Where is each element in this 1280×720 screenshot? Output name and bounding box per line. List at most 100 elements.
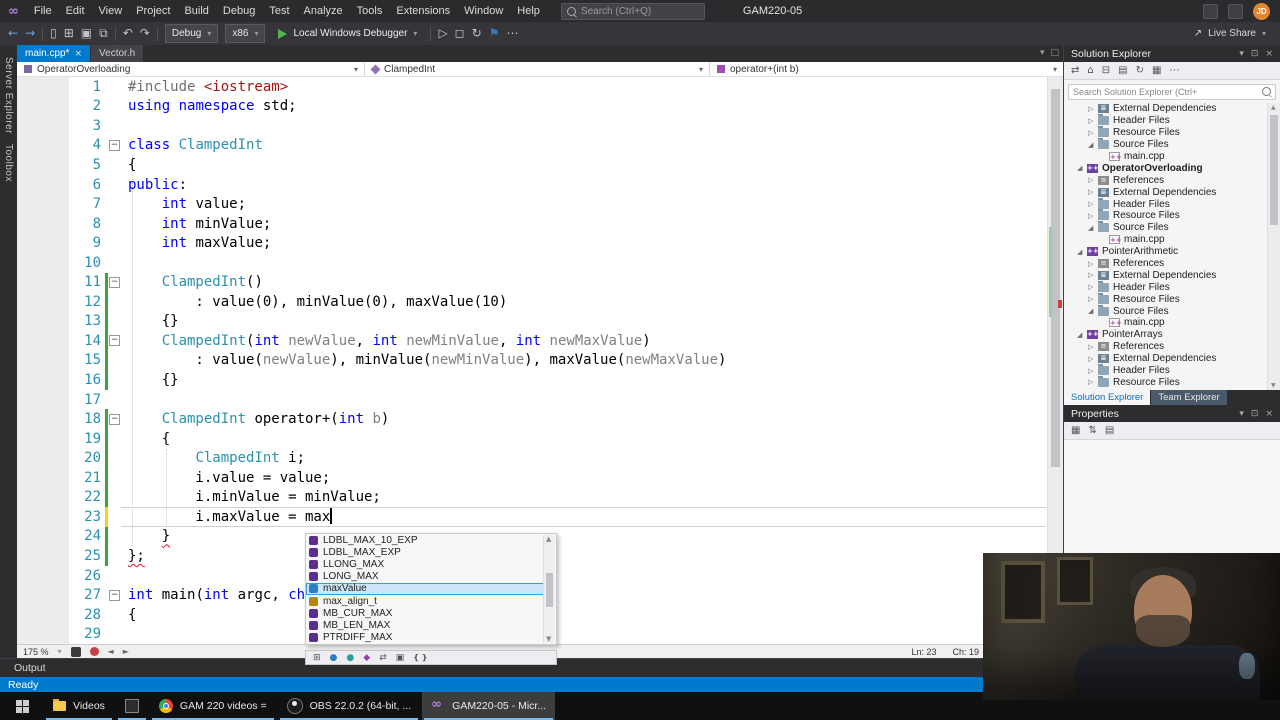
tree-item-operatoroverloading[interactable]: ◢ ++ OperatorOverloading bbox=[1064, 162, 1280, 174]
pin-icon[interactable]: ⊡ bbox=[1251, 49, 1259, 59]
tree-item-header-files[interactable]: ▷ Header Files bbox=[1064, 114, 1280, 127]
tree-item-references[interactable]: ▷ ≡ References bbox=[1064, 174, 1280, 186]
close-icon[interactable]: × bbox=[1265, 409, 1273, 419]
scroll-up-icon[interactable]: ▲ bbox=[1271, 104, 1276, 111]
save-all-icon[interactable]: ⧉ bbox=[99, 22, 108, 45]
fold-toggle-icon[interactable]: − bbox=[109, 413, 120, 425]
expander-collapsed-icon[interactable]: ▷ bbox=[1088, 129, 1098, 137]
tab-solution-explorer[interactable]: Solution Explorer bbox=[1064, 390, 1151, 405]
menu-project[interactable]: Project bbox=[129, 0, 177, 22]
expander-expanded-icon[interactable]: ◢ bbox=[1077, 331, 1087, 339]
code-line-16[interactable]: 16 {} bbox=[17, 370, 1048, 390]
quick-search-box[interactable]: Search (Ctrl+Q) bbox=[560, 2, 705, 20]
braces-filter-icon[interactable]: { } bbox=[413, 653, 427, 662]
code-line-14[interactable]: 14− ClampedInt(int newValue, int newMinV… bbox=[17, 331, 1048, 351]
start-button[interactable] bbox=[0, 692, 44, 720]
expander-collapsed-icon[interactable]: ▷ bbox=[1088, 117, 1098, 125]
collapse-icon[interactable]: ⊟ bbox=[1102, 65, 1110, 76]
solution-search-input[interactable]: Search Solution Explorer (Ctrl+ bbox=[1068, 83, 1276, 100]
fold-toggle-icon[interactable]: − bbox=[109, 335, 120, 347]
tree-item-source-files[interactable]: ◢ Source Files bbox=[1064, 304, 1280, 317]
expander-collapsed-icon[interactable]: ▷ bbox=[1088, 188, 1098, 196]
expander-collapsed-icon[interactable]: ▷ bbox=[1088, 283, 1098, 291]
intellisense-item-max-align-t[interactable]: max_align_t bbox=[306, 595, 546, 607]
zoom-dropdown[interactable]: 175 % bbox=[23, 647, 49, 657]
code-line-6[interactable]: 6 public: bbox=[17, 175, 1048, 195]
tree-item-external-dependencies[interactable]: ▷ ≣ External Dependencies bbox=[1064, 103, 1280, 115]
tree-item-main-cpp[interactable]: ++ main.cpp bbox=[1064, 317, 1280, 329]
breadcrumb-member-dropdown[interactable]: operator+(int b) ▾ bbox=[710, 62, 1063, 76]
notifications-icon[interactable] bbox=[1228, 3, 1243, 19]
expander-collapsed-icon[interactable]: ▷ bbox=[1088, 271, 1098, 279]
tree-item-resource-files[interactable]: ▷ Resource Files bbox=[1064, 292, 1280, 305]
intellisense-item-ptrdiff-max[interactable]: PTRDIFF_MAX bbox=[306, 632, 546, 644]
side-tab-server-explorer[interactable]: Server Explorer bbox=[3, 57, 14, 134]
expander-collapsed-icon[interactable]: ▷ bbox=[1088, 176, 1098, 184]
diamond-filter-icon[interactable]: ◆ bbox=[363, 653, 370, 663]
expander-collapsed-icon[interactable]: ▷ bbox=[1088, 343, 1098, 351]
alpha-icon[interactable]: ⇅ bbox=[1088, 425, 1096, 436]
scroll-down-icon[interactable]: ▼ bbox=[546, 635, 551, 643]
tree-item-main-cpp[interactable]: ++ main.cpp bbox=[1064, 151, 1280, 163]
menu-build[interactable]: Build bbox=[177, 0, 215, 22]
tab-list-chevron-icon[interactable]: ▾ bbox=[1040, 48, 1045, 58]
taskbar-item-gam220-05-micr[interactable]: GAM220-05 - Micr... bbox=[422, 692, 556, 720]
props-icon[interactable]: ▦ bbox=[1152, 65, 1161, 76]
code-line-1[interactable]: 1 #include <iostream> bbox=[17, 77, 1048, 97]
scroll-right-icon[interactable]: ► bbox=[123, 647, 129, 656]
code-line-9[interactable]: 9 int maxValue; bbox=[17, 233, 1048, 253]
tree-item-header-files[interactable]: ▷ Header Files bbox=[1064, 364, 1280, 377]
open-file-icon[interactable]: ⊞ bbox=[64, 22, 74, 45]
expander-collapsed-icon[interactable]: ▷ bbox=[1088, 378, 1098, 386]
scroll-down-icon[interactable]: ▼ bbox=[1271, 382, 1276, 389]
sheet-icon[interactable]: ▤ bbox=[1105, 425, 1114, 436]
breadcrumb-type-dropdown[interactable]: ClampedInt ▾ bbox=[365, 62, 710, 76]
code-line-21[interactable]: 21 i.value = value; bbox=[17, 468, 1048, 488]
save-icon[interactable]: ▣ bbox=[81, 22, 92, 45]
tree-item-source-files[interactable]: ◢ Source Files bbox=[1064, 221, 1280, 234]
menu-help[interactable]: Help bbox=[510, 0, 547, 22]
tree-item-pointerarithmetic[interactable]: ◢ ++ PointerArithmetic bbox=[1064, 246, 1280, 258]
fold-toggle-icon[interactable]: − bbox=[109, 139, 120, 151]
doc-tab-vector-h[interactable]: Vector.h bbox=[91, 45, 144, 62]
tree-item-resource-files[interactable]: ▷ Resource Files bbox=[1064, 375, 1280, 388]
intellisense-item-maxvalue[interactable]: maxValue bbox=[306, 582, 546, 595]
live-share-button[interactable]: ↗ Live Share ▾ bbox=[1194, 22, 1272, 45]
pin-icon[interactable]: ⊡ bbox=[1251, 409, 1259, 419]
sync-icon[interactable]: ⇄ bbox=[1071, 65, 1079, 76]
new-file-icon[interactable]: ▯ bbox=[50, 22, 57, 45]
expander-collapsed-icon[interactable]: ▷ bbox=[1088, 295, 1098, 303]
chevron-down-icon[interactable]: ▾ bbox=[1239, 409, 1244, 419]
expander-expanded-icon[interactable]: ◢ bbox=[1077, 248, 1087, 256]
code-line-11[interactable]: 11− ClampedInt() bbox=[17, 272, 1048, 293]
configuration-dropdown[interactable]: Debug ▾ bbox=[164, 24, 219, 43]
float-window-icon[interactable]: □ bbox=[1050, 48, 1059, 58]
editor-mode-icon[interactable] bbox=[70, 646, 81, 657]
navigate-back-icon[interactable]: ← bbox=[8, 22, 18, 45]
expander-expanded-icon[interactable]: ◢ bbox=[1077, 164, 1087, 172]
tree-item-references[interactable]: ▷ ≡ References bbox=[1064, 258, 1280, 270]
feedback-icon[interactable] bbox=[1203, 3, 1218, 19]
code-line-22[interactable]: 22 i.minValue = minValue; bbox=[17, 487, 1048, 508]
menu-tools[interactable]: Tools bbox=[350, 0, 390, 22]
intellisense-list[interactable]: LDBL_MAX_10_EXP LDBL_MAX_EXP LLONG_MAX LONG… bbox=[305, 533, 557, 645]
refresh-icon[interactable]: ↻ bbox=[1136, 65, 1144, 76]
dotb-filter-icon[interactable]: ● bbox=[330, 653, 338, 663]
intellisense-item-ldbl-max-10-exp[interactable]: LDBL_MAX_10_EXP bbox=[306, 534, 546, 546]
menu-window[interactable]: Window bbox=[457, 0, 510, 22]
code-line-10[interactable]: 10 bbox=[17, 253, 1048, 273]
fold-toggle-icon[interactable]: − bbox=[109, 589, 120, 601]
code-line-13[interactable]: 13 {} bbox=[17, 311, 1048, 332]
tree-item-resource-files[interactable]: ▷ Resource Files bbox=[1064, 209, 1280, 222]
intellisense-item-ldbl-max-exp[interactable]: LDBL_MAX_EXP bbox=[306, 546, 546, 558]
expander-collapsed-icon[interactable]: ▷ bbox=[1088, 355, 1098, 363]
expander-collapsed-icon[interactable]: ▷ bbox=[1088, 260, 1098, 268]
tab-team-explorer[interactable]: Team Explorer bbox=[1151, 390, 1227, 405]
menu-analyze[interactable]: Analyze bbox=[297, 0, 350, 22]
code-line-12[interactable]: 12 : value(0), minValue(0), maxValue(10) bbox=[17, 292, 1048, 312]
chevron-down-icon[interactable]: ▾ bbox=[1239, 49, 1244, 59]
scrollbar-thumb[interactable] bbox=[546, 573, 553, 607]
code-line-20[interactable]: 20 ClampedInt i; bbox=[17, 448, 1048, 468]
taskbar-item-videos[interactable]: Videos bbox=[44, 692, 114, 720]
tree-item-source-files[interactable]: ◢ Source Files bbox=[1064, 138, 1280, 151]
